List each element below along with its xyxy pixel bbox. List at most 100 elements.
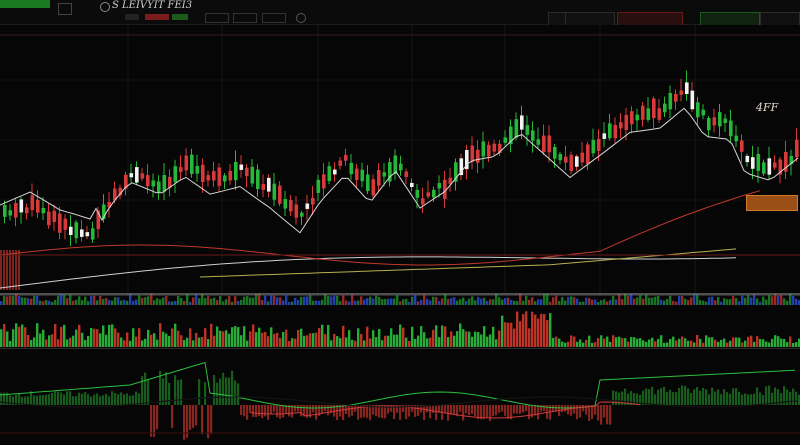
volume-tick [252, 297, 255, 305]
volume-bar [252, 324, 255, 347]
histogram-bar [105, 393, 108, 405]
histogram-bar [111, 391, 114, 405]
volume-bar [348, 330, 351, 347]
histogram-bar [453, 405, 456, 415]
candle-body [613, 125, 618, 139]
volume-bar [84, 340, 87, 347]
candle-body [261, 183, 266, 190]
volume-tick [666, 299, 669, 305]
candle-body [382, 172, 387, 177]
histogram-bar [513, 405, 516, 414]
histogram-bar [348, 405, 351, 418]
volume-bar [147, 329, 150, 347]
histogram-bar [42, 395, 45, 405]
volume-bar [642, 340, 645, 347]
volume-tick [234, 296, 237, 305]
histogram-bar [264, 405, 267, 417]
candle-body [25, 207, 29, 214]
volume-bar [126, 332, 129, 347]
histogram-bar [573, 405, 576, 414]
volume-tick [120, 300, 123, 305]
volume-tick [405, 298, 408, 305]
histogram-bar [591, 405, 594, 419]
histogram-bar [237, 383, 240, 405]
candle-body [608, 123, 612, 139]
volume-bar [606, 336, 609, 347]
candle-body [256, 169, 260, 190]
volume-bar [618, 336, 621, 347]
volume-tick [624, 294, 627, 305]
volume-tick [561, 297, 564, 305]
histogram-bar [681, 385, 684, 405]
volume-bar [720, 339, 723, 347]
candle-body [470, 145, 475, 162]
volume-tick [429, 300, 432, 305]
volume-tick [210, 298, 213, 305]
volume-tick [222, 301, 225, 305]
volume-bar [744, 340, 747, 347]
histogram-bar [255, 405, 258, 418]
volume-tick [660, 299, 663, 305]
candle-body [47, 211, 51, 226]
candle-body [217, 167, 222, 186]
volume-bar [228, 333, 231, 347]
histogram-bar [669, 389, 672, 405]
volume-tick [270, 295, 273, 305]
volume-tick [399, 301, 402, 305]
volume-tick [729, 299, 732, 305]
volume-bar [735, 337, 738, 347]
volume-tick [189, 301, 192, 305]
histogram-bar [126, 393, 129, 405]
volume-tick [519, 294, 522, 305]
volume-bar [381, 340, 384, 347]
histogram-bar [192, 405, 195, 428]
histogram-bar [213, 374, 216, 405]
volume-tick [618, 294, 621, 305]
histogram-bar [702, 387, 705, 405]
histogram-bar [66, 391, 69, 405]
volume-bar [327, 325, 330, 347]
candle-body [146, 175, 150, 187]
volume-tick [12, 296, 15, 305]
volume-tick [15, 250, 17, 290]
volume-tick [297, 300, 300, 305]
histogram-bar [315, 405, 318, 420]
volume-bar [33, 337, 36, 347]
volume-bar [603, 338, 606, 347]
histogram-bar [588, 405, 591, 421]
volume-tick [237, 301, 240, 305]
volume-bar [357, 328, 360, 347]
candle-body [492, 143, 497, 152]
candle-body [360, 169, 365, 182]
volume-bar [138, 328, 141, 347]
histogram-bar [687, 388, 690, 405]
volume-bar [354, 340, 357, 347]
candle-body [569, 154, 574, 172]
chart-canvas[interactable] [0, 0, 800, 445]
volume-tick [627, 295, 630, 305]
histogram-bar [276, 405, 279, 418]
volume-bar [132, 328, 135, 347]
volume-tick [165, 295, 168, 305]
volume-bar [543, 313, 546, 347]
histogram-bar [99, 396, 102, 405]
volume-tick [654, 296, 657, 305]
volume-tick [474, 300, 477, 305]
volume-bar [405, 337, 408, 347]
volume-tick [264, 295, 267, 305]
candle-body [476, 149, 480, 163]
volume-bar [231, 327, 234, 347]
candle-body [773, 162, 777, 168]
histogram-bar [153, 405, 156, 437]
histogram-bar [663, 386, 666, 405]
volume-tick [159, 299, 162, 305]
histogram-bar [537, 405, 540, 420]
histogram-bar [756, 387, 759, 405]
volume-tick [597, 301, 600, 305]
candle-body [558, 154, 563, 161]
volume-bar [555, 336, 558, 347]
candle-body [162, 175, 167, 192]
volume-bar [441, 325, 444, 347]
volume-bar [123, 340, 126, 347]
candle-body [525, 125, 530, 135]
